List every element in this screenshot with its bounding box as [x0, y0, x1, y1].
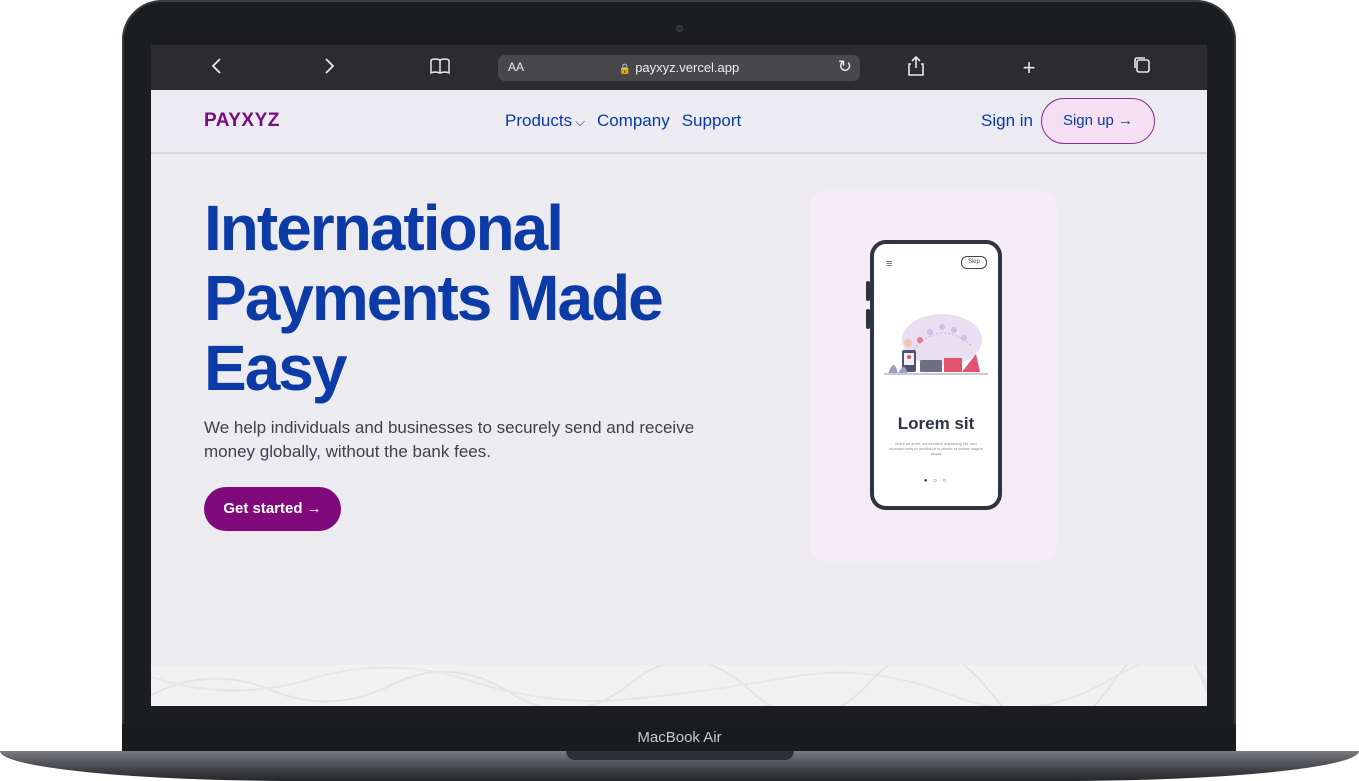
site-header: PAYXYZ Products ⌵ Company Support Sign in… — [151, 90, 1207, 154]
phone-card: ≡ Skip Lorem sit Dolor sit amet, consect… — [810, 191, 1057, 561]
camera-icon — [676, 25, 683, 32]
share-button[interactable] — [902, 55, 930, 81]
url-display: 🔒 payxyz.vercel.app — [498, 60, 860, 75]
device-label: MacBook Air — [637, 729, 722, 746]
lock-icon: 🔒 — [618, 64, 632, 75]
menu-icon: ≡ — [886, 258, 893, 270]
url-text: payxyz.vercel.app — [635, 60, 740, 75]
pattern-decoration — [151, 642, 1207, 706]
reload-icon[interactable]: ↻ — [838, 57, 852, 77]
get-started-button[interactable]: Get started → — [204, 487, 341, 531]
payment-illustration — [884, 314, 988, 375]
tabs-icon — [1134, 57, 1150, 73]
hero-title-line: Payments Made — [204, 262, 664, 334]
back-button[interactable] — [203, 55, 231, 81]
share-icon — [908, 55, 924, 76]
chevron-right-icon — [325, 58, 335, 74]
phone-mockup: ≡ Skip Lorem sit Dolor sit amet, consect… — [870, 240, 1002, 510]
hero-subtitle: We help individuals and businesses to se… — [204, 418, 695, 461]
browser-screen: AA 🔒 payxyz.vercel.app ↻ + PAYXYZ Product… — [151, 45, 1207, 706]
nav-support[interactable]: Support — [682, 111, 742, 131]
sign-up-button[interactable]: Sign up → — [1041, 98, 1155, 144]
base-notch — [566, 751, 794, 760]
hero-title: International Payments Made Easy — [204, 193, 764, 403]
book-icon — [430, 58, 450, 75]
new-tab-button[interactable]: + — [1015, 55, 1043, 81]
nav-products[interactable]: Products ⌵ — [505, 111, 585, 131]
phone-heading: Lorem sit — [897, 414, 975, 433]
address-bar[interactable]: AA 🔒 payxyz.vercel.app ↻ — [498, 55, 860, 81]
brand-logo[interactable]: PAYXYZ — [204, 110, 280, 132]
sign-in-link[interactable]: Sign in — [981, 111, 1033, 131]
browser-toolbar: AA 🔒 payxyz.vercel.app ↻ + — [151, 45, 1207, 90]
main-nav: Products ⌵ Company Support — [505, 111, 741, 131]
tabs-button[interactable] — [1128, 55, 1156, 81]
chevron-down-icon: ⌵ — [575, 114, 585, 129]
hero-title-line: Easy — [204, 332, 347, 404]
carousel-dots: ● ○ ○ — [923, 478, 949, 484]
skip-button: Skip — [961, 256, 987, 269]
nav-company[interactable]: Company — [597, 111, 670, 131]
decorative-pattern-band — [151, 642, 1207, 706]
chevron-left-icon — [211, 58, 221, 74]
phone-body-text: Dolor sit amet, consectetur adipiscing e… — [889, 441, 983, 456]
reader-button[interactable] — [426, 55, 454, 81]
forward-button[interactable] — [315, 55, 343, 81]
nav-products-label: Products — [505, 111, 573, 130]
hero-title-line: International — [204, 192, 564, 264]
